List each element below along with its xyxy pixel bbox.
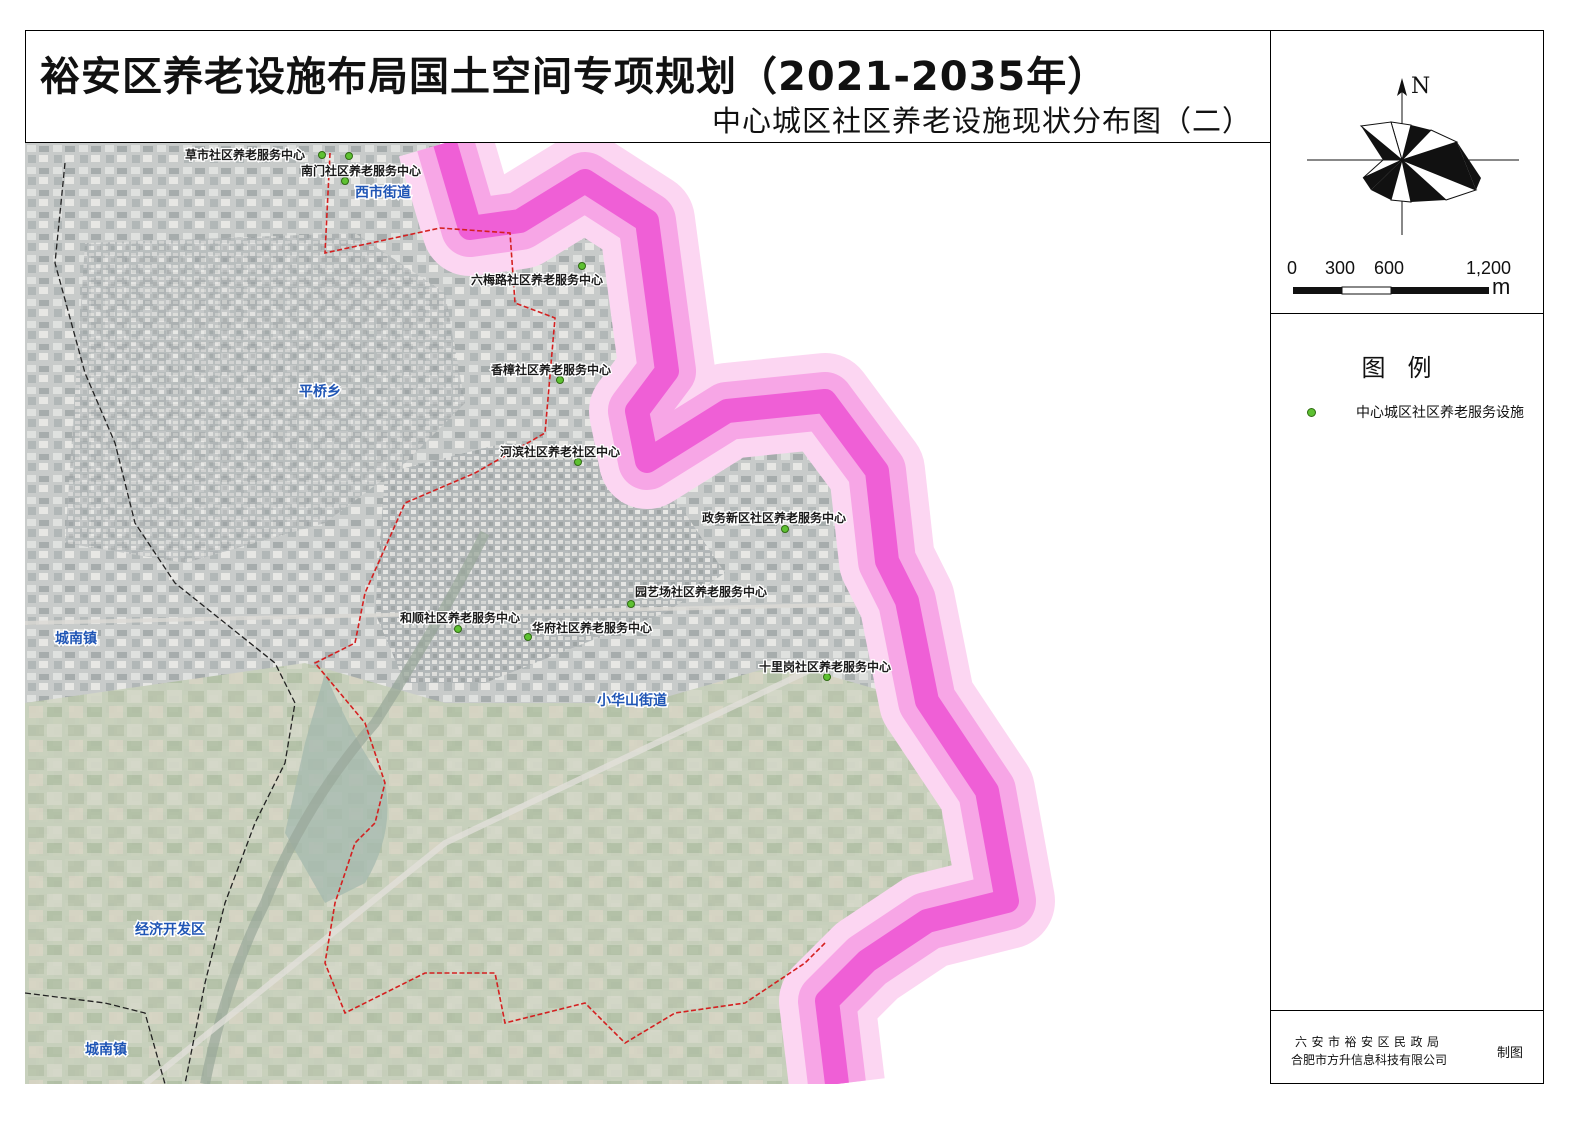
facility-dot [556, 376, 564, 384]
district-label-xishi: 西市街道 [355, 184, 411, 201]
district-label-pingqiao: 平桥乡 [299, 383, 341, 400]
facility-dot [341, 177, 349, 185]
facility-dot [823, 673, 831, 681]
scale-label-300: 300 [1325, 258, 1356, 278]
facility-dot [318, 151, 326, 159]
legend-title: 图例 [1361, 354, 1454, 382]
facility-label: 华府社区养老服务中心 [532, 620, 652, 635]
map-canvas[interactable]: 草市社区养老服务中心 南门社区养老服务中心 六梅路社区养老服务中心 香樟社区养老… [25, 143, 1271, 1084]
title-block: 裕安区养老设施布局国土空间专项规划（2021-2035年） 中心城区社区养老设施… [25, 30, 1271, 143]
district-label-chengnan-2: 城南镇 [85, 1041, 127, 1058]
facility-dot [524, 633, 532, 641]
facility-label: 园艺场社区养老服务中心 [635, 584, 767, 599]
page-subtitle: 中心城区社区养老设施现状分布图（二） [711, 104, 1252, 138]
facility-label: 政务新区社区养老服务中心 [702, 510, 846, 525]
facility-dot [454, 625, 462, 633]
facility-label: 六梅路社区养老服务中心 [471, 272, 603, 287]
facility-dot [781, 525, 789, 533]
facility-dot [627, 600, 635, 608]
district-label-xiaohuashan: 小华山街道 [597, 692, 667, 709]
facility-label: 南门社区养老服务中心 [301, 163, 421, 178]
map-svg: 草市社区养老服务中心 南门社区养老服务中心 六梅路社区养老服务中心 香樟社区养老… [25, 143, 1270, 1084]
district-label-chengnan-1: 城南镇 [55, 630, 97, 647]
facility-dot [578, 262, 586, 270]
compass-scale-box: N 0 300 600 1,200 m [1271, 30, 1544, 314]
scale-label-600: 600 [1374, 258, 1405, 278]
north-indicator: N [1411, 74, 1431, 99]
facility-dot [345, 152, 353, 160]
facility-caoshi[interactable]: 草市社区养老服务中心 [184, 146, 326, 163]
facility-label: 和顺社区养老服务中心 [399, 610, 520, 625]
scale-label-0: 0 [1287, 258, 1298, 278]
scale-unit: m [1492, 274, 1511, 299]
facility-dot [574, 458, 582, 466]
facility-label: 河滨社区养老社区中心 [499, 444, 620, 459]
credits-box: 六安市裕安区民政局 合肥市方升信息科技有限公司 制图 [1271, 1010, 1544, 1084]
district-label-kaifaqu: 经济开发区 [135, 921, 205, 938]
facility-label: 香樟社区养老服务中心 [490, 362, 611, 377]
credit-made-by: 制图 [1497, 1046, 1524, 1061]
legend-dot-icon [1307, 407, 1316, 417]
page-title: 裕安区养老设施布局国土空间专项规划（2021-2035年） [40, 54, 1109, 100]
legend-item-facility: 中心城区社区养老服务设施 [1307, 402, 1524, 422]
side-panel: N 0 300 600 1,200 m 图例 中心城区社区养老服务设施 六安市裕… [1271, 30, 1544, 1084]
credit-agency: 六安市裕安区民政局 [1295, 1035, 1444, 1049]
legend-item-label: 中心城区社区养老服务设施 [1356, 405, 1524, 421]
facility-label: 十里岗社区养老服务中心 [759, 659, 891, 674]
facility-label: 草市社区养老服务中心 [185, 147, 305, 162]
credit-company: 合肥市方升信息科技有限公司 [1291, 1053, 1448, 1067]
